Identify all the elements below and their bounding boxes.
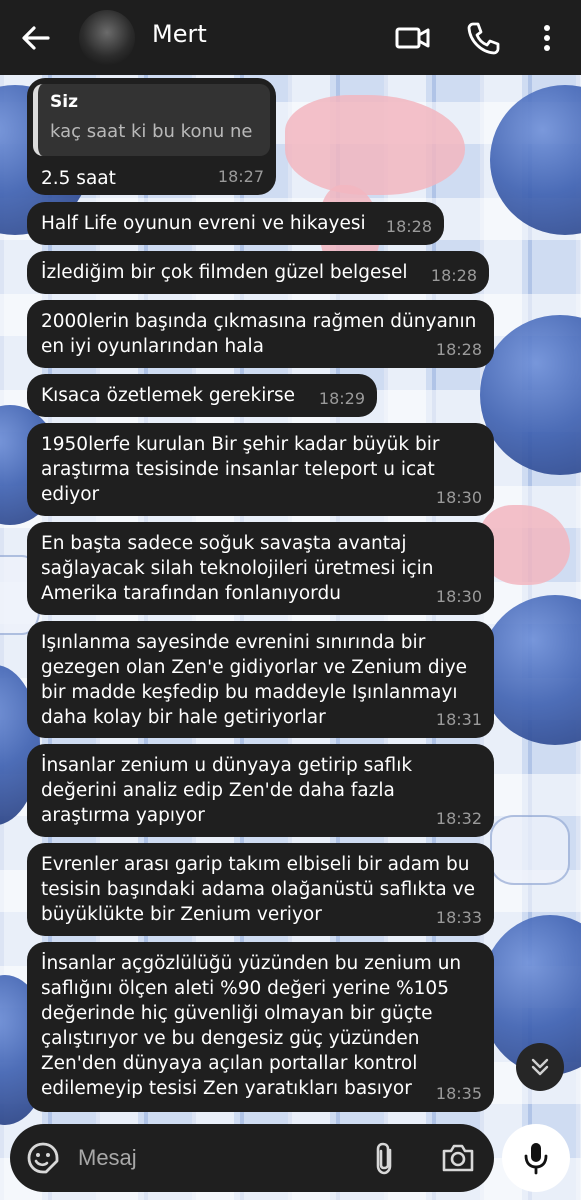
contact-name[interactable]: Mert — [152, 20, 207, 48]
message-text: Kısaca özetlemek gerekirse — [41, 385, 296, 406]
message-time: 18:27 — [217, 167, 264, 186]
quote-text: kaç saat ki bu konu ne — [50, 121, 253, 142]
emoji-icon — [27, 1142, 59, 1174]
message-text: Evrenler arası garip takım elbiseli bir … — [41, 854, 475, 925]
message-bubble[interactable]: İnsanlar açgözlülüğü yüzünden bu zenium … — [27, 942, 494, 1112]
message-time: 18:33 — [435, 908, 482, 927]
message-text: İnsanlar açgözlülüğü yüzünden bu zenium … — [41, 953, 462, 1099]
message-time: 18:28 — [430, 266, 477, 285]
message-input-bar — [10, 1124, 494, 1192]
wallpaper-blueberry — [490, 85, 581, 235]
video-call-button[interactable] — [393, 18, 433, 58]
message-time: 18:30 — [435, 587, 482, 606]
emoji-button[interactable] — [26, 1141, 60, 1175]
camera-icon — [442, 1144, 474, 1172]
paperclip-icon — [376, 1142, 392, 1175]
message-input[interactable] — [78, 1138, 348, 1178]
quoted-message[interactable]: Siz kaç saat ki bu konu ne — [33, 84, 270, 156]
phone-icon — [467, 22, 500, 55]
wallpaper-blueberry — [480, 595, 581, 745]
message-bubble[interactable]: Işınlanma sayesinde evrenini sınırında b… — [27, 621, 494, 738]
back-button[interactable] — [18, 20, 54, 56]
message-text: İzlediğim bir çok filmden güzel belgesel — [41, 262, 408, 283]
message-time: 18:32 — [435, 809, 482, 828]
message-text: Işınlanma sayesinde evrenini sınırında b… — [41, 632, 468, 728]
wallpaper-ribbon — [490, 815, 570, 885]
double-chevron-down-icon — [531, 1058, 549, 1076]
chat-header: Mert — [0, 0, 581, 75]
message-text: Half Life oyunun evreni ve hikayesi — [41, 213, 366, 234]
message-time: 18:28 — [385, 217, 432, 236]
quote-author: Siz — [50, 92, 78, 112]
message-bubble[interactable]: En başta sadece soğuk savaşta avantaj sa… — [27, 522, 494, 615]
message-bubble[interactable]: Siz kaç saat ki bu konu ne 2.5 saat 18:2… — [27, 78, 276, 195]
message-bubble[interactable]: 1950lerfe kurulan Bir şehir kadar büyük … — [27, 423, 494, 516]
message-bubble[interactable]: İzlediğim bir çok filmden güzel belgesel… — [27, 251, 489, 294]
more-options-button[interactable] — [527, 18, 567, 58]
wallpaper-blueberry — [480, 315, 581, 475]
video-call-icon — [395, 27, 430, 49]
more-vertical-icon — [544, 25, 550, 51]
message-bubble[interactable]: Kısaca özetlemek gerekirse 18:29 — [27, 374, 377, 417]
message-text: En başta sadece soğuk savaşta avantaj sa… — [41, 533, 434, 604]
voice-call-button[interactable] — [463, 18, 503, 58]
message-time: 18:31 — [435, 710, 482, 729]
message-bubble[interactable]: Evrenler arası garip takım elbiseli bir … — [27, 843, 494, 936]
message-bubble[interactable]: Half Life oyunun evreni ve hikayesi 18:2… — [27, 202, 444, 245]
message-time: 18:29 — [318, 389, 365, 408]
message-time: 18:28 — [435, 340, 482, 359]
wallpaper-bow — [285, 95, 465, 195]
contact-avatar[interactable] — [79, 10, 135, 66]
message-bubble[interactable]: 2000lerin başında çıkmasına rağmen dünya… — [27, 300, 494, 368]
camera-button[interactable] — [440, 1140, 476, 1176]
voice-message-button[interactable] — [502, 1124, 570, 1192]
scroll-to-bottom-button[interactable] — [516, 1043, 564, 1091]
message-text: İnsanlar zenium u dünyaya getirip saflık… — [41, 755, 413, 826]
microphone-icon — [524, 1143, 548, 1175]
arrow-left-icon — [22, 26, 50, 50]
message-text: 1950lerfe kurulan Bir şehir kadar büyük … — [41, 434, 440, 505]
message-time: 18:30 — [435, 488, 482, 507]
attach-button[interactable] — [368, 1140, 402, 1176]
message-time: 18:35 — [435, 1084, 482, 1103]
message-bubble[interactable]: İnsanlar zenium u dünyaya getirip saflık… — [27, 744, 494, 837]
message-text: 2000lerin başında çıkmasına rağmen dünya… — [41, 311, 477, 357]
